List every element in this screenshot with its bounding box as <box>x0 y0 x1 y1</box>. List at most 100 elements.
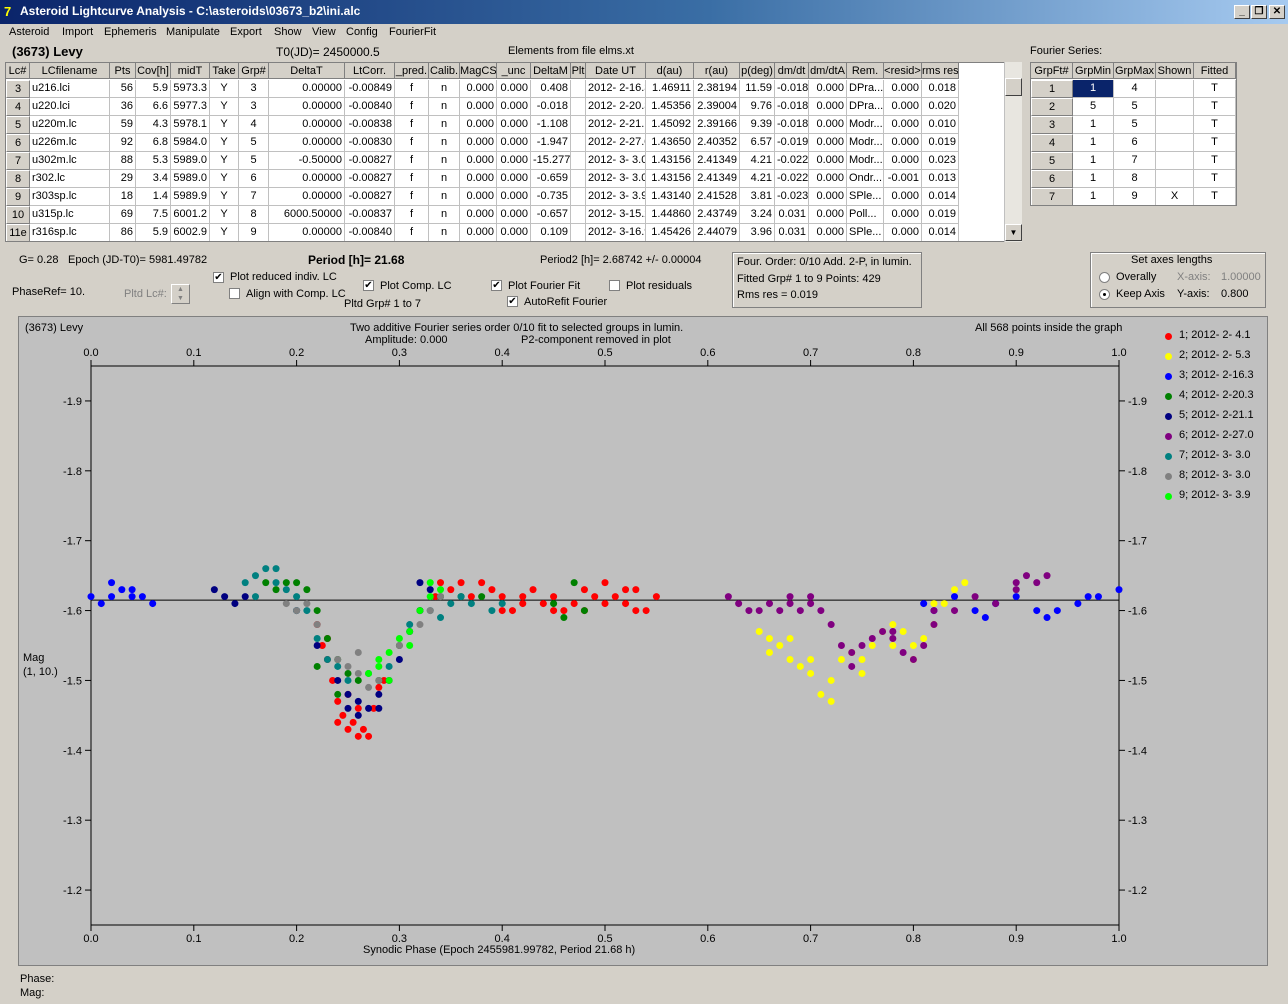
lc-cell[interactable]: 5989.0 <box>171 152 210 170</box>
lc-cell[interactable]: f <box>395 224 429 241</box>
menu-asteroid[interactable]: Asteroid <box>9 26 49 38</box>
overally-radio[interactable] <box>1099 272 1110 283</box>
lc-col-header[interactable]: _unc <box>497 63 531 79</box>
lc-cell[interactable]: Y <box>210 170 239 188</box>
lc-cell[interactable]: f <box>395 188 429 206</box>
keep-axis-radio[interactable] <box>1099 289 1110 300</box>
lc-cell[interactable]: 5989.0 <box>171 170 210 188</box>
lc-cell[interactable]: n <box>429 80 460 98</box>
lc-cell[interactable]: 0.010 <box>922 116 959 134</box>
menu-view[interactable]: View <box>312 26 336 38</box>
lc-cell[interactable]: r316sp.lc <box>30 224 110 241</box>
lc-col-header[interactable]: Date UT <box>586 63 646 79</box>
lc-col-header[interactable]: <resid> <box>884 63 922 79</box>
lc-cell[interactable]: 6.8 <box>136 134 171 152</box>
lc-cell[interactable]: 2.38194 <box>694 80 740 98</box>
lc-cell[interactable]: 18 <box>110 188 136 206</box>
fourier-cell[interactable]: 8 <box>1114 170 1156 188</box>
lc-cell[interactable]: 0.000 <box>460 134 497 152</box>
lc-cell[interactable]: 1.45426 <box>646 224 694 241</box>
lc-cell[interactable]: 5 <box>239 152 269 170</box>
fourier-cell[interactable]: T <box>1194 98 1236 116</box>
lc-col-header[interactable]: dm/dtA <box>809 63 847 79</box>
lc-cell[interactable]: 5973.3 <box>171 80 210 98</box>
lc-cell[interactable]: 2.41349 <box>694 152 740 170</box>
lc-cell[interactable]: 9.39 <box>740 116 775 134</box>
fourier-cell[interactable]: 1 <box>1073 80 1114 98</box>
lc-col-header[interactable]: DeltaT <box>269 63 345 79</box>
lc-cell[interactable]: Y <box>210 98 239 116</box>
lc-cell[interactable]: 0.000 <box>884 152 922 170</box>
lc-cell[interactable]: f <box>395 134 429 152</box>
lc-cell[interactable]: n <box>429 98 460 116</box>
fourier-cell[interactable]: 7 <box>1114 152 1156 170</box>
lc-cell[interactable]: 1.43156 <box>646 152 694 170</box>
lc-cell[interactable]: Poll... <box>847 206 884 224</box>
lc-cell[interactable]: 9 <box>239 224 269 241</box>
lc-cell[interactable]: f <box>395 98 429 116</box>
lc-cell[interactable]: n <box>429 116 460 134</box>
align-checkbox[interactable] <box>229 288 240 299</box>
lc-cell[interactable]: 0.000 <box>460 206 497 224</box>
lc-cell[interactable]: 6.6 <box>136 98 171 116</box>
lc-cell[interactable]: u220.lci <box>30 98 110 116</box>
lc-cell[interactable]: 5989.9 <box>171 188 210 206</box>
lc-cell[interactable]: SPle... <box>847 188 884 206</box>
lc-col-header[interactable]: Pts <box>110 63 136 79</box>
lc-cell[interactable]: 0.00000 <box>269 116 345 134</box>
fourier-cell[interactable]: T <box>1194 80 1236 98</box>
lc-col-header[interactable]: r(au) <box>694 63 740 79</box>
fourier-col-header[interactable]: GrpFt# <box>1031 63 1073 79</box>
lc-cell[interactable]: n <box>429 152 460 170</box>
fourier-cell[interactable]: 9 <box>1114 188 1156 205</box>
lc-cell[interactable]: 7.5 <box>136 206 171 224</box>
lc-cell[interactable]: -0.00837 <box>345 206 395 224</box>
lc-cell[interactable]: 5.3 <box>136 152 171 170</box>
lc-cell[interactable]: 3.4 <box>136 170 171 188</box>
lc-cell[interactable]: 29 <box>110 170 136 188</box>
lc-cell[interactable]: 2012- 3- 3.9 <box>586 188 646 206</box>
lc-cell[interactable]: Y <box>210 152 239 170</box>
lc-cell[interactable]: 2.40352 <box>694 134 740 152</box>
lc-cell[interactable]: Y <box>210 116 239 134</box>
lc-col-header[interactable]: DeltaM <box>531 63 571 79</box>
plot-residuals-checkbox[interactable] <box>609 280 620 291</box>
lc-cell[interactable]: Y <box>210 206 239 224</box>
scrollbar-thumb[interactable] <box>1005 78 1022 96</box>
lc-cell[interactable]: 2012- 3-16.9 <box>586 224 646 241</box>
lc-row-header[interactable]: 11e <box>6 224 30 241</box>
lc-cell[interactable]: 0.00000 <box>269 170 345 188</box>
lc-cell[interactable] <box>571 206 586 224</box>
lc-cell[interactable]: 0.00000 <box>269 134 345 152</box>
lc-cell[interactable]: 0.000 <box>809 134 847 152</box>
lc-cell[interactable]: 0.000 <box>497 152 531 170</box>
lc-cell[interactable]: u226m.lc <box>30 134 110 152</box>
lc-cell[interactable]: 1.46911 <box>646 80 694 98</box>
lc-cell[interactable]: 0.000 <box>809 80 847 98</box>
lc-cell[interactable]: 0.000 <box>460 224 497 241</box>
lc-cell[interactable]: Modr... <box>847 152 884 170</box>
lc-row-header[interactable]: 10 <box>6 206 30 224</box>
lc-cell[interactable]: 2.39166 <box>694 116 740 134</box>
lc-col-header[interactable]: midT <box>171 63 210 79</box>
lc-cell[interactable]: 11.59 <box>740 80 775 98</box>
lc-cell[interactable]: -0.018 <box>775 80 809 98</box>
fourier-col-header[interactable]: Fitted <box>1194 63 1236 79</box>
lc-cell[interactable]: 6000.50000 <box>269 206 345 224</box>
lc-row-header[interactable]: 3 <box>6 80 30 98</box>
lc-cell[interactable] <box>571 170 586 188</box>
lightcurve-table[interactable]: Lc# LCfilename Pts Cov[h] midT Take Grp# DeltaT… <box>5 62 1022 242</box>
lc-cell[interactable]: 4.21 <box>740 170 775 188</box>
lc-cell[interactable]: -0.019 <box>775 134 809 152</box>
lc-cell[interactable]: 0.000 <box>884 188 922 206</box>
lc-cell[interactable]: -0.00849 <box>345 80 395 98</box>
lc-cell[interactable]: n <box>429 206 460 224</box>
lc-cell[interactable] <box>571 80 586 98</box>
lc-cell[interactable]: 92 <box>110 134 136 152</box>
lc-cell[interactable]: 59 <box>110 116 136 134</box>
lc-cell[interactable]: 0.408 <box>531 80 571 98</box>
lc-cell[interactable]: -0.00827 <box>345 152 395 170</box>
lc-cell[interactable]: 0.000 <box>497 188 531 206</box>
lc-cell[interactable]: f <box>395 116 429 134</box>
lc-cell[interactable]: 0.019 <box>922 134 959 152</box>
